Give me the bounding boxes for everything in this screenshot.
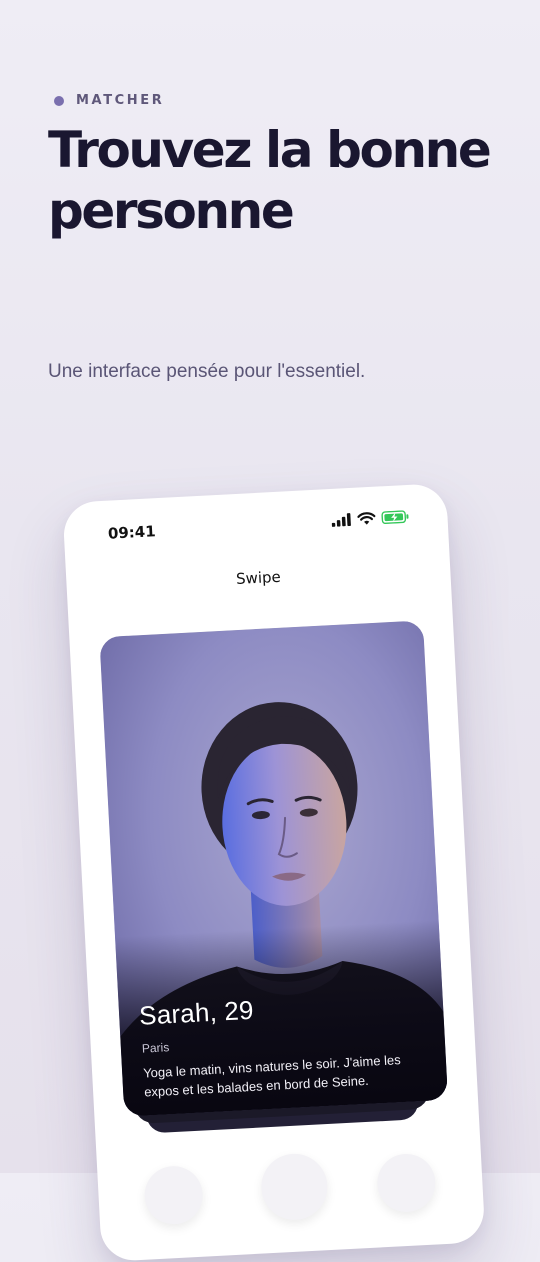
eyebrow-label: MATCHER [76,93,165,108]
screen-title: Swipe [235,567,282,589]
page-title: Trouvez la bonne personne [48,121,492,240]
profile-name: Sarah, 29 [138,994,255,1031]
dislike-button[interactable] [143,1164,205,1226]
signal-icon [331,513,351,527]
wifi-icon [357,512,376,525]
superlike-button[interactable] [259,1152,330,1222]
status-time: 09:41 [107,522,157,543]
phone-mockup: 09:41 Swipe Sarah, 29 Paris Yoga le mati… [62,482,486,1262]
page-subtitle: Une interface pensée pour l'essentiel. [48,361,366,382]
profile-city: Paris [141,1040,170,1056]
battery-charging-icon [381,510,409,525]
status-icons [331,510,410,527]
eyebrow-dot-icon [54,95,64,106]
like-button[interactable] [375,1152,437,1214]
eyebrow: MATCHER [54,93,164,108]
status-bar: 09:41 [64,507,449,551]
profile-card[interactable]: Sarah, 29 Paris Yoga le matin, vins natu… [99,620,449,1117]
